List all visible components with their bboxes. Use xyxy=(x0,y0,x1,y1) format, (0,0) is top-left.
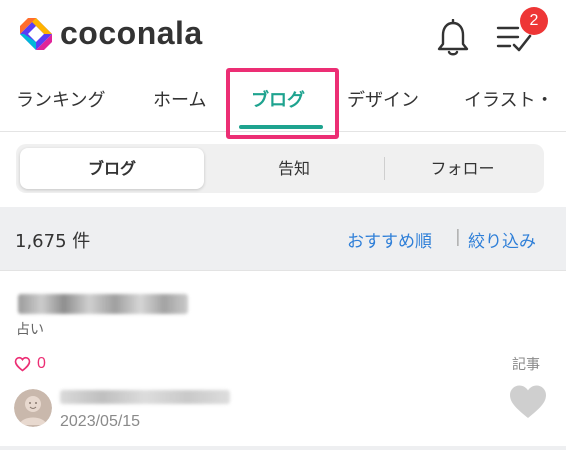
link-separator: | xyxy=(455,227,461,247)
author-avatar[interactable] xyxy=(14,389,52,427)
highlight-annotation xyxy=(226,68,339,139)
tab-home[interactable]: ホーム xyxy=(153,86,206,112)
like-count: 0 xyxy=(14,355,46,373)
likes-number: 0 xyxy=(37,355,46,372)
segment-announcement[interactable]: 告知 xyxy=(204,148,384,189)
card-bottom-divider xyxy=(0,446,566,450)
blog-post-card[interactable]: 占い 0 記事 2023/05/15 xyxy=(0,272,566,450)
favorite-heart-icon[interactable] xyxy=(508,383,548,421)
filter-link[interactable]: 絞り込み xyxy=(468,227,536,252)
segmented-control: ブログ 告知 フォロー xyxy=(16,144,544,193)
post-category: 占い xyxy=(16,322,44,338)
post-title-blurred[interactable] xyxy=(18,294,188,314)
segment-blog[interactable]: ブログ xyxy=(20,148,204,189)
result-count: 1,675 件 xyxy=(15,231,91,252)
author-name-blurred[interactable] xyxy=(60,390,230,404)
heart-outline-icon xyxy=(14,356,31,372)
logo-text: coconala xyxy=(60,15,203,51)
notification-badge: 2 xyxy=(520,7,548,35)
tab-ranking[interactable]: ランキング xyxy=(16,86,105,112)
segment-follow[interactable]: フォロー xyxy=(385,148,540,189)
coconala-logo-icon xyxy=(20,17,52,50)
tab-design[interactable]: デザイン xyxy=(347,86,419,112)
results-bar: 1,675 件 おすすめ順 | 絞り込み xyxy=(0,207,566,271)
coconala-logo[interactable]: coconala xyxy=(18,15,203,52)
post-date: 2023/05/15 xyxy=(60,413,141,430)
sort-link[interactable]: おすすめ順 xyxy=(347,227,432,252)
app-header: coconala 2 xyxy=(0,0,566,72)
tab-illustration[interactable]: イラスト・ xyxy=(464,86,554,112)
bell-icon[interactable] xyxy=(436,19,470,57)
post-type-label: 記事 xyxy=(512,357,540,373)
